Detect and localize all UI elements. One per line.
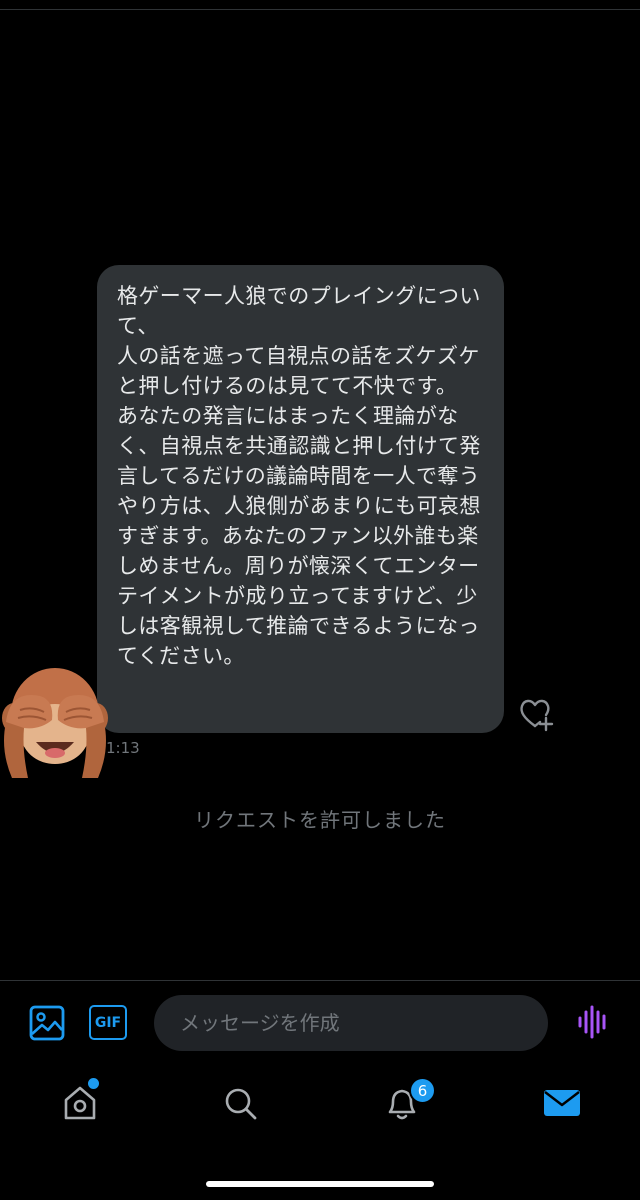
voice-waveform-icon[interactable] [576, 1004, 610, 1040]
message-bubble[interactable]: 格ゲーマー人狼でのプレイングについて、 人の話を遮って自視点の話をズケズケと押し… [97, 265, 504, 733]
envelope-icon [544, 1090, 580, 1116]
header-divider [0, 9, 640, 10]
search-icon [225, 1088, 257, 1120]
home-indicator [206, 1181, 434, 1187]
image-icon[interactable] [28, 1004, 66, 1042]
dm-conversation-screen: 格ゲーマー人狼でのプレイングについて、 人の話を遮って自視点の話をズケズケと押し… [0, 0, 640, 1200]
notification-count-badge: 6 [409, 1077, 436, 1104]
message-input[interactable] [154, 995, 548, 1051]
message-text: 格ゲーマー人狼でのプレイングについて、 人の話を遮って自視点の話をズケズケと押し… [117, 284, 481, 668]
tab-messages[interactable] [540, 1080, 584, 1126]
message-timestamp: 1:13 [106, 739, 140, 757]
heart-plus-icon[interactable] [516, 694, 556, 734]
composer-divider [0, 980, 640, 981]
gif-button[interactable]: GIF [89, 1005, 127, 1040]
tab-search[interactable] [218, 1080, 262, 1126]
home-new-content-dot [88, 1078, 99, 1089]
see-no-evil-monkey-icon[interactable] [0, 660, 110, 778]
request-accepted-notice: リクエストを許可しました [194, 808, 446, 832]
